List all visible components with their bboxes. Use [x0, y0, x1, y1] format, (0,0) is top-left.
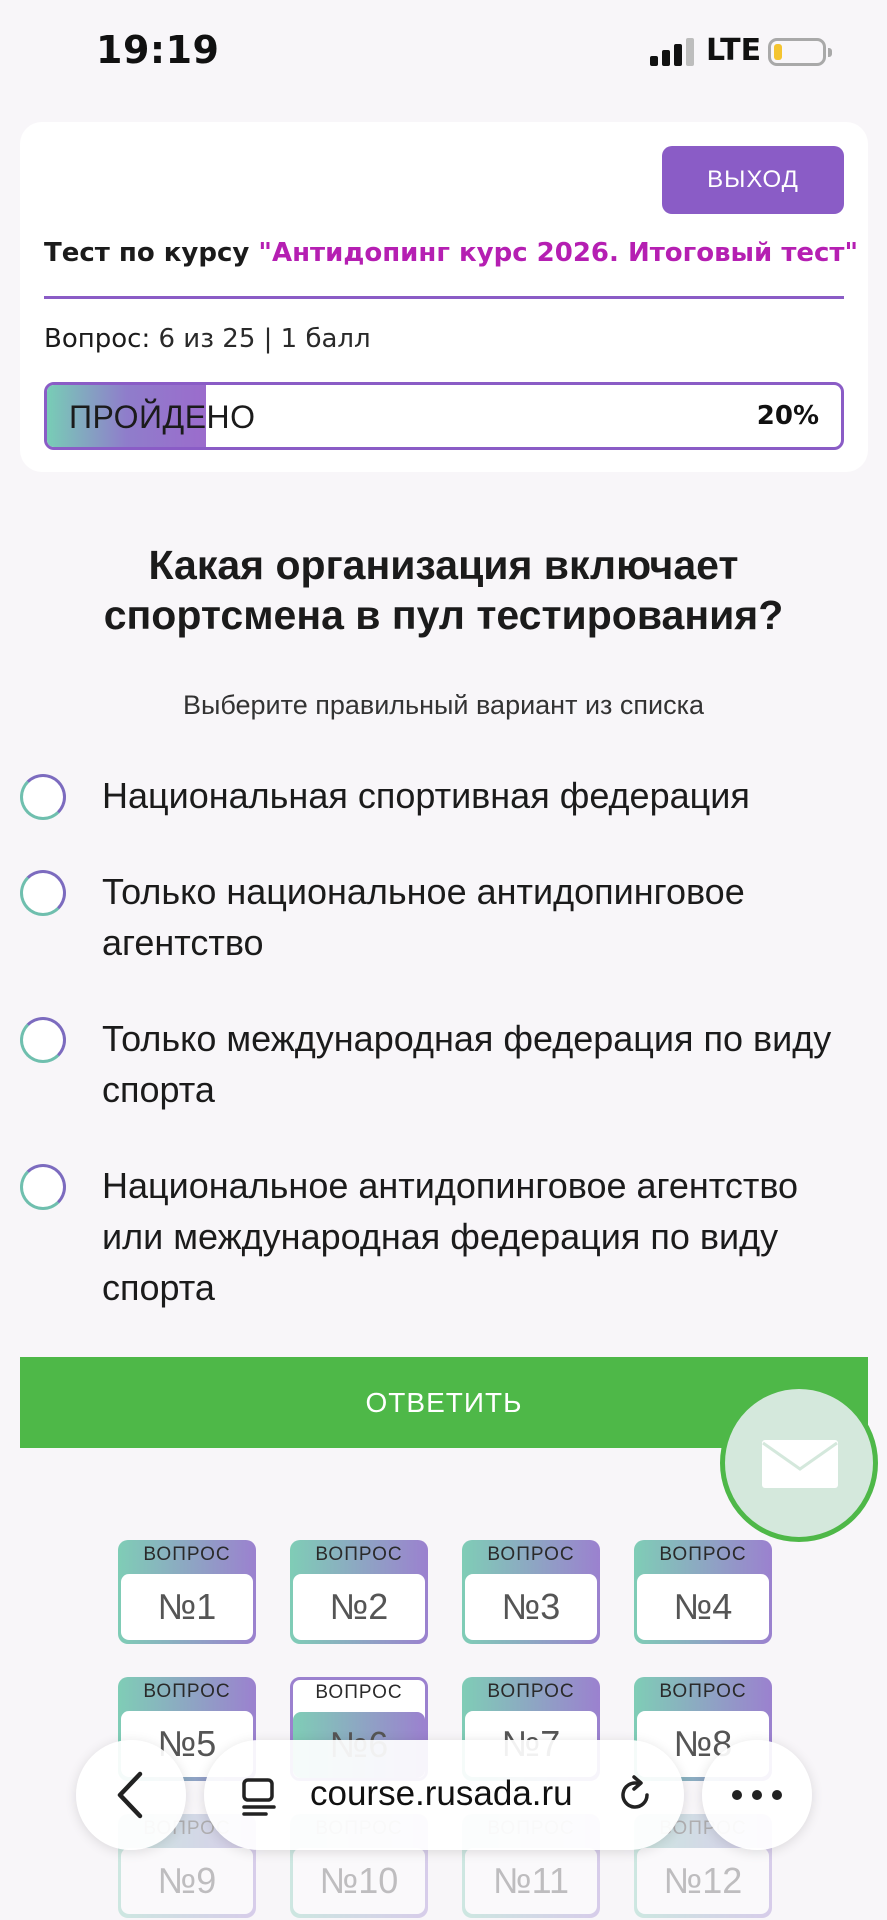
question-hint: Выберите правильный вариант из списка — [182, 690, 705, 720]
question-nav-label: ВОПРОС — [659, 1544, 747, 1565]
progress-label: ПРОЙДЕНО — [69, 399, 256, 435]
progress-bar: ПРОЙДЕНО 20% — [44, 382, 844, 450]
status-time: 19:19 — [96, 28, 220, 72]
question-nav-label: ВОПРОС — [315, 1544, 403, 1565]
progress-percent: 20% — [756, 401, 819, 431]
more-dots-icon — [732, 1790, 782, 1800]
question-nav-label: ВОПРОС — [487, 1681, 575, 1702]
answer-option-text: Национальная спортивная федерация — [102, 775, 750, 816]
header-divider — [44, 296, 844, 299]
test-header-card: ВЫХОД Тест по курсу "Антидопинг курс 202… — [20, 122, 868, 472]
question-counter-value: 6 из 25 | 1 балл — [158, 324, 371, 354]
question-nav-number: №1 — [121, 1574, 253, 1640]
course-title: Тест по курсу "Антидопинг курс 2026. Ито… — [44, 238, 858, 268]
mail-icon — [762, 1440, 838, 1488]
course-prefix: Тест по курсу — [44, 238, 250, 268]
radio-button[interactable] — [20, 870, 66, 916]
question-title: Какая организация включает спортсмена в … — [103, 542, 784, 638]
question-nav-label: ВОПРОС — [143, 1544, 231, 1565]
question-nav-item[interactable]: ВОПРОС №2 — [290, 1540, 428, 1644]
url-text: course.rusada.ru — [310, 1774, 573, 1813]
question-nav-number: №3 — [465, 1574, 597, 1640]
battery-icon — [768, 38, 832, 66]
signal-strength-icon — [650, 36, 694, 66]
page-menu-icon[interactable] — [240, 1776, 280, 1816]
question-counter: Вопрос: 6 из 25 | 1 балл — [44, 324, 371, 354]
question-nav-label: ВОПРОС — [659, 1681, 747, 1702]
question-nav-number: №4 — [637, 1574, 769, 1640]
network-type: LTE — [706, 33, 762, 68]
status-bar: 19:19 LTE — [0, 0, 887, 100]
answer-option-text: Национальное антидопинговое агентство ил… — [102, 1165, 799, 1308]
question-nav-item[interactable]: ВОПРОС №4 — [634, 1540, 772, 1644]
question-nav-item[interactable]: ВОПРОС №1 — [118, 1540, 256, 1644]
radio-button[interactable] — [20, 774, 66, 820]
more-button[interactable] — [702, 1740, 812, 1850]
exit-button[interactable]: ВЫХОД — [662, 146, 844, 214]
course-name: "Антидопинг курс 2026. Итоговый тест" — [258, 238, 859, 268]
browser-toolbar: course.rusada.ru — [0, 1720, 887, 1870]
answer-option-text: Только международная федерация по виду с… — [102, 1018, 832, 1110]
radio-button[interactable] — [20, 1017, 66, 1063]
feedback-button[interactable] — [720, 1384, 878, 1542]
answer-option-text: Только национальное антидопинговое агент… — [102, 871, 745, 963]
back-button[interactable] — [76, 1740, 186, 1850]
address-bar[interactable]: course.rusada.ru — [204, 1740, 684, 1850]
reload-icon[interactable] — [614, 1774, 656, 1816]
question-nav-item[interactable]: ВОПРОС №3 — [462, 1540, 600, 1644]
question-counter-label: Вопрос: — [44, 324, 151, 354]
question-nav-label: ВОПРОС — [487, 1544, 575, 1565]
question-nav-label: ВОПРОС — [143, 1681, 231, 1702]
question-nav-label: ВОПРОС — [315, 1682, 403, 1703]
back-chevron-icon — [117, 1771, 143, 1819]
question-nav-number: №2 — [293, 1574, 425, 1640]
radio-button[interactable] — [20, 1164, 66, 1210]
